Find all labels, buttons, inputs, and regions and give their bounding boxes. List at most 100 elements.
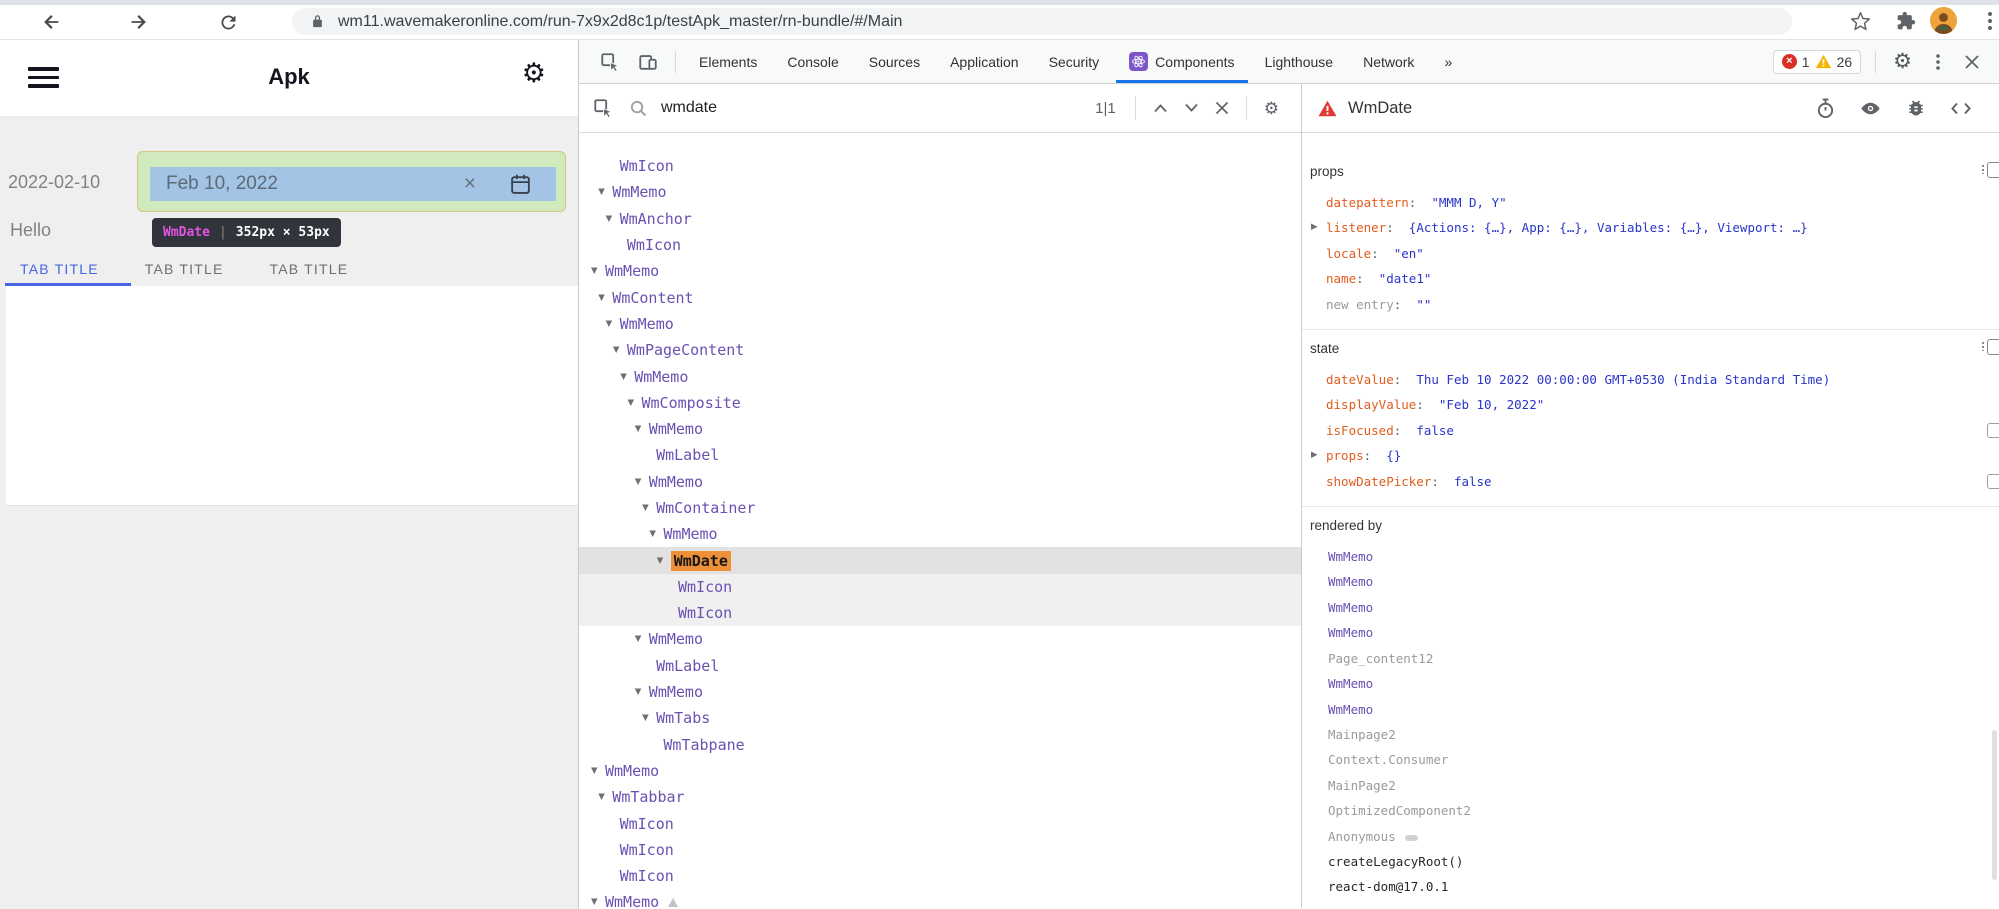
prop-row[interactable]: isFocused: false	[1302, 418, 1999, 443]
expander-icon[interactable]: ▼	[635, 634, 649, 644]
expander-icon[interactable]: ▼	[657, 556, 671, 566]
devtools-settings-icon[interactable]: ⚙	[1893, 51, 1912, 72]
components-inspect-icon[interactable]	[593, 98, 613, 118]
tree-row-wmmemo[interactable]: ▼WmMemo	[579, 363, 1301, 389]
tree-row-wmmemo[interactable]: ▼WmMemo	[579, 521, 1301, 547]
scrollbar[interactable]	[1992, 730, 1997, 880]
rendered-by-item[interactable]: createLegacyRoot()	[1302, 849, 1999, 874]
expander-icon[interactable]: ▼	[598, 293, 612, 303]
app-tab[interactable]: TAB TITLE	[20, 261, 99, 277]
forward-icon[interactable]	[126, 11, 150, 33]
expander-icon[interactable]: ▼	[642, 713, 656, 723]
expander-icon[interactable]: ▼	[635, 687, 649, 697]
tree-row-wmlabel[interactable]: WmLabel	[579, 653, 1301, 679]
tree-row-wmdate[interactable]: ▼WmDate	[579, 547, 1301, 573]
component-search-input[interactable]	[659, 98, 1085, 118]
tree-row-wmtabpane[interactable]: WmTabpane	[579, 732, 1301, 758]
tree-row-wmmemo[interactable]: ▼WmMemo	[579, 679, 1301, 705]
suspense-timer-icon[interactable]	[1816, 98, 1835, 119]
date-input[interactable]: Feb 10, 2022 ×	[150, 167, 556, 201]
tree-row-wmmemo[interactable]: ▼WmMemo	[579, 179, 1301, 205]
tree-row-wmmemo[interactable]: ▼WmMemo	[579, 889, 1301, 908]
rendered-by-item[interactable]: WmMemo	[1302, 697, 1999, 722]
reload-icon[interactable]	[216, 11, 240, 33]
devtools-tab-console[interactable]: Console	[772, 40, 853, 83]
previous-result-icon[interactable]	[1153, 103, 1168, 113]
bookmark-star-icon[interactable]	[1850, 11, 1871, 32]
calendar-icon[interactable]	[509, 173, 532, 196]
more-tabs-icon[interactable]: »	[1429, 40, 1467, 83]
prop-row[interactable]: dateValue: Thu Feb 10 2022 00:00:00 GMT+…	[1302, 367, 1999, 392]
tree-row-wmcontainer[interactable]: ▼WmContainer	[579, 495, 1301, 521]
clear-search-icon[interactable]	[1215, 101, 1229, 115]
tree-row-wmmemo[interactable]: ▼WmMemo	[579, 311, 1301, 337]
prop-row[interactable]: name: "date1"	[1302, 266, 1999, 291]
devtools-tab-network[interactable]: Network	[1348, 40, 1429, 83]
rendered-by-item[interactable]: WmMemo	[1302, 620, 1999, 645]
expander-icon[interactable]: ▼	[598, 792, 612, 802]
tree-row-wmlabel[interactable]: WmLabel	[579, 442, 1301, 468]
tree-row-wmpagecontent[interactable]: ▼WmPageContent	[579, 337, 1301, 363]
expander-icon[interactable]: ▶	[1311, 443, 1318, 468]
expander-icon[interactable]: ▼	[591, 766, 605, 776]
rendered-by-item[interactable]: WmMemo	[1302, 544, 1999, 569]
devtools-tab-components[interactable]: Components	[1114, 40, 1249, 83]
inspect-element-icon[interactable]	[600, 52, 620, 72]
rendered-by-item[interactable]: WmMemo	[1302, 671, 1999, 696]
tree-row-wmmemo[interactable]: ▼WmMemo	[579, 626, 1301, 652]
copy-props-icon[interactable]	[1987, 162, 1999, 178]
tree-row-wmmemo[interactable]: ▼WmMemo	[579, 758, 1301, 784]
prop-row[interactable]: displayValue: "Feb 10, 2022"	[1302, 392, 1999, 417]
app-tab[interactable]: TAB TITLE	[145, 261, 224, 277]
tree-row-wmanchor[interactable]: ▼WmAnchor	[579, 206, 1301, 232]
expander-icon[interactable]: ▶	[1311, 215, 1318, 240]
tree-row-wmmemo[interactable]: ▼WmMemo	[579, 416, 1301, 442]
tree-row-wmmemo[interactable]: ▼WmMemo	[579, 258, 1301, 284]
tree-row-wmicon[interactable]: WmIcon	[579, 810, 1301, 836]
prop-row[interactable]: showDatePicker: false	[1302, 469, 1999, 494]
tree-row-wmtabbar[interactable]: ▼WmTabbar	[579, 784, 1301, 810]
tree-row-wmicon[interactable]: WmIcon	[579, 153, 1301, 179]
rendered-by-item[interactable]: Anonymous	[1302, 824, 1999, 849]
prop-row[interactable]: datepattern: "MMM D, Y"	[1302, 190, 1999, 215]
components-settings-icon[interactable]: ⚙	[1264, 100, 1279, 117]
expander-icon[interactable]: ▼	[642, 503, 656, 513]
boolean-checkbox[interactable]	[1987, 474, 1999, 489]
devtools-tab-security[interactable]: Security	[1034, 40, 1115, 83]
back-icon[interactable]	[40, 11, 64, 33]
devtools-tab-sources[interactable]: Sources	[854, 40, 935, 83]
clear-icon[interactable]: ×	[464, 172, 476, 196]
rendered-by-item[interactable]: react-dom@17.0.1	[1302, 874, 1999, 899]
devtools-tab-elements[interactable]: Elements	[684, 40, 772, 83]
prop-row[interactable]: ▶props: {}	[1302, 443, 1999, 468]
debug-bug-icon[interactable]	[1906, 98, 1926, 118]
rendered-by-item[interactable]: Page_content12	[1302, 646, 1999, 671]
expander-icon[interactable]: ▼	[606, 319, 620, 329]
expander-icon[interactable]: ▼	[591, 897, 605, 907]
tree-row-wmicon[interactable]: WmIcon	[579, 600, 1301, 626]
devtools-menu-icon[interactable]	[1930, 53, 1946, 71]
tree-row-wmcomposite[interactable]: ▼WmComposite	[579, 390, 1301, 416]
inspect-dom-icon[interactable]	[1860, 98, 1881, 119]
tree-row-wmcontent[interactable]: ▼WmContent	[579, 284, 1301, 310]
expander-icon[interactable]: ▼	[628, 398, 642, 408]
expander-icon[interactable]: ▼	[598, 187, 612, 197]
expander-icon[interactable]: ▼	[635, 477, 649, 487]
boolean-checkbox[interactable]	[1987, 423, 1999, 438]
tree-row-wmicon[interactable]: WmIcon	[579, 863, 1301, 889]
rendered-by-item[interactable]: WmMemo	[1302, 569, 1999, 594]
next-result-icon[interactable]	[1184, 103, 1199, 113]
device-toolbar-icon[interactable]	[638, 52, 658, 72]
app-tab[interactable]: TAB TITLE	[270, 261, 349, 277]
expander-icon[interactable]: ▼	[635, 424, 649, 434]
rendered-by-item[interactable]: Context.Consumer	[1302, 747, 1999, 772]
gear-icon[interactable]: ⚙	[522, 60, 546, 87]
console-issues-badge[interactable]: × 1 26	[1773, 50, 1861, 74]
expander-icon[interactable]: ▼	[649, 529, 663, 539]
prop-row[interactable]: new entry: ""	[1302, 292, 1999, 317]
address-bar[interactable]: wm11.wavemakeronline.com/run-7x9x2d8c1p/…	[292, 8, 1792, 35]
devtools-close-icon[interactable]	[1964, 54, 1980, 70]
devtools-tab-application[interactable]: Application	[935, 40, 1034, 83]
copy-state-icon[interactable]	[1987, 339, 1999, 355]
expander-icon[interactable]: ▼	[591, 266, 605, 276]
